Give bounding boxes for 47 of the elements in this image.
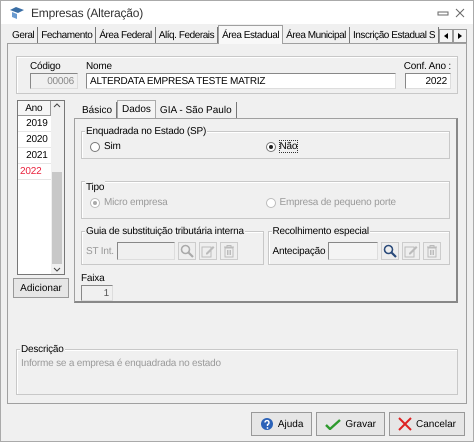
field-label: Código: [30, 61, 62, 73]
group-title: Recolhimento especial: [272, 225, 370, 238]
tab[interactable]: Área Municipal: [283, 27, 350, 43]
add-button[interactable]: Adicionar: [13, 278, 69, 298]
field-label: Conf. Ano :: [404, 61, 451, 73]
name-field[interactable]: ALTERDATA EMPRESA TESTE MATRIZ: [86, 73, 396, 89]
tab[interactable]: GIA - São Paulo: [156, 102, 237, 118]
cancel-button[interactable]: Cancelar: [388, 412, 465, 436]
group-title: Descrição: [20, 343, 65, 356]
scroll-left-icon[interactable]: [439, 29, 454, 43]
tab[interactable]: Área Estadual: [218, 25, 284, 44]
field-label: Antecipação: [272, 246, 326, 256]
tab[interactable]: Geral: [9, 27, 38, 43]
tab[interactable]: Área Federal: [96, 27, 156, 43]
window-title: Empresas (Alteração): [31, 6, 144, 20]
input-field[interactable]: [328, 242, 378, 260]
input-field: [116, 242, 175, 260]
field-label: ST Int.: [86, 246, 114, 256]
tab[interactable]: Fechamento: [38, 27, 96, 43]
app-icon: [9, 6, 25, 20]
scroll-right-icon[interactable]: [453, 29, 468, 43]
help-button[interactable]: Ajuda: [250, 412, 312, 436]
tab[interactable]: Dados: [117, 100, 156, 118]
group-title: Guia de substituição tributária interna: [85, 225, 245, 238]
close-icon: [398, 417, 412, 431]
range-field: 1: [81, 285, 113, 301]
help-icon: [260, 417, 274, 431]
description-text: Informe se a empresa é enquadrada no estado: [21, 357, 222, 369]
radio-button[interactable]: [266, 142, 276, 152]
year-field[interactable]: 2022: [405, 73, 451, 89]
group-title: Enquadrada no Estado (SP): [85, 125, 208, 138]
scrollbar[interactable]: [50, 101, 64, 274]
minimize-icon[interactable]: [437, 8, 449, 16]
group-title: Tipo: [85, 181, 106, 194]
radio-label: Não: [280, 141, 298, 152]
radio-label: Micro empresa: [104, 197, 168, 208]
code-field: 00006: [30, 73, 78, 89]
radio-label: Sim: [104, 141, 121, 152]
checkmark-icon: [325, 418, 342, 430]
search-icon[interactable]: [381, 242, 400, 260]
field-label: Faixa: [81, 273, 106, 285]
field-label: Nome: [86, 61, 113, 73]
radio-button[interactable]: [90, 142, 100, 152]
column-header: Ano: [18, 101, 51, 116]
radio-label: Empresa de pequeno porte: [280, 197, 396, 208]
save-button[interactable]: Gravar: [316, 412, 385, 436]
close-icon[interactable]: [455, 8, 465, 18]
